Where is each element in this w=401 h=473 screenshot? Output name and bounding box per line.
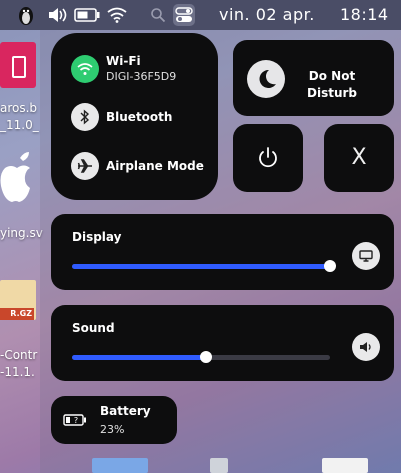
display-slider-knob[interactable] (324, 260, 336, 272)
control-center-panel: Wi-Fi DIGI-36F5D9 Bluetooth Airplane Mod… (40, 30, 401, 473)
do-not-disturb-tile[interactable]: Do Not Disturb (233, 40, 394, 116)
display-slider-fill (72, 264, 330, 269)
top-bar: vin. 02 apr. 18:14 (0, 0, 401, 30)
clock-time[interactable]: 18:14 (340, 5, 389, 24)
wifi-network-name: DIGI-36F5D9 (106, 70, 177, 83)
wifi-toggle[interactable]: Wi-Fi DIGI-36F5D9 (71, 54, 176, 83)
display-settings-button[interactable] (352, 242, 380, 270)
sound-title: Sound (72, 321, 115, 335)
power-button[interactable] (233, 124, 303, 192)
display-tile: Display (51, 214, 394, 290)
zip-file-icon[interactable] (0, 42, 36, 88)
bluetooth-label: Bluetooth (106, 110, 173, 124)
sound-volume-slider[interactable] (72, 351, 330, 363)
wifi-label: Wi-Fi (106, 54, 141, 68)
display-title: Display (72, 230, 122, 244)
wifi-icon (71, 54, 99, 83)
clock-date[interactable]: vin. 02 apr. (219, 5, 315, 24)
volume-icon[interactable] (47, 7, 67, 23)
dnd-label-line1: Do Not (308, 69, 356, 83)
tux-icon[interactable] (16, 4, 36, 26)
desktop-file-label: -Contr (0, 348, 38, 362)
battery-tile[interactable]: ? Battery 23% (51, 396, 177, 444)
airplane-mode-toggle[interactable]: Airplane Mode (71, 152, 204, 180)
monitor-icon (359, 250, 373, 262)
desktop-file-label: aros.b (0, 101, 38, 115)
battery-icon[interactable] (74, 8, 100, 22)
power-icon (259, 147, 277, 168)
airplane-mode-label: Airplane Mode (106, 159, 204, 173)
search-icon[interactable] (150, 7, 166, 23)
dnd-label-line2: Disturb (307, 86, 358, 100)
bluetooth-icon (71, 103, 99, 131)
bluetooth-toggle[interactable]: Bluetooth (71, 103, 172, 131)
close-button[interactable]: X (324, 124, 394, 192)
sound-tile: Sound (51, 305, 394, 381)
control-center-icon[interactable] (173, 4, 195, 26)
dock-item[interactable] (92, 458, 148, 473)
archive-file-icon[interactable]: R.GZ (0, 280, 36, 320)
battery-low-icon: ? (63, 414, 86, 426)
airplane-icon (71, 152, 99, 180)
desktop-file-label: _11.0_ (0, 118, 39, 132)
sound-settings-button[interactable] (352, 333, 380, 361)
speaker-icon (360, 342, 371, 352)
moon-icon (247, 60, 285, 98)
sound-slider-knob[interactable] (200, 351, 213, 363)
wifi-icon[interactable] (107, 7, 127, 23)
sound-slider-fill (72, 355, 207, 360)
battery-percent: 23% (100, 423, 125, 436)
desktop-file-label: ying.sv (0, 226, 43, 240)
network-tile: Wi-Fi DIGI-36F5D9 Bluetooth Airplane Mod… (51, 33, 218, 200)
svg-text:?: ? (74, 416, 78, 425)
battery-title: Battery (100, 404, 151, 418)
dock-item[interactable] (210, 458, 228, 473)
display-brightness-slider[interactable] (72, 260, 336, 272)
apple-logo-icon[interactable] (0, 150, 34, 220)
dock-item[interactable] (322, 458, 368, 473)
desktop-file-label: -11.1. (0, 365, 35, 379)
close-label: X (351, 145, 367, 170)
